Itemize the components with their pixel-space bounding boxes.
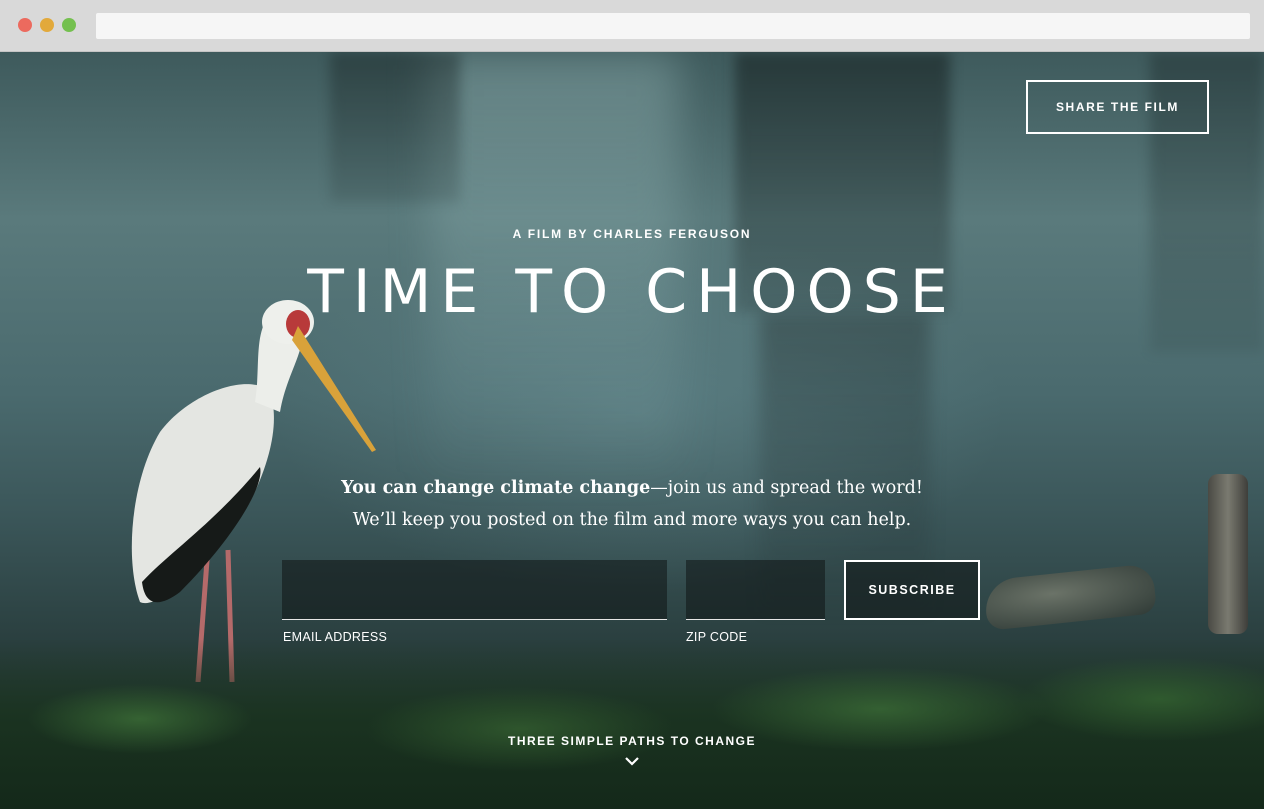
minimize-window-button[interactable] <box>40 18 54 32</box>
share-the-film-button[interactable]: SHARE THE FILM <box>1026 80 1209 134</box>
three-paths-link[interactable]: THREE SIMPLE PATHS TO CHANGE <box>0 734 1264 748</box>
tagline: You can change climate change—join us an… <box>0 472 1264 536</box>
film-byline: A FILM BY CHARLES FERGUSON <box>512 227 752 241</box>
hero-section: SHARE THE FILM A FILM BY CHARLES FERGUSO… <box>0 52 1264 809</box>
floating-log <box>982 563 1158 631</box>
maximize-window-button[interactable] <box>62 18 76 32</box>
email-field-label: EMAIL ADDRESS <box>283 630 388 644</box>
tagline-line-1: You can change climate change—join us an… <box>0 472 1264 504</box>
browser-chrome <box>0 0 1264 52</box>
tagline-rest: —join us and spread the word! <box>650 478 923 498</box>
email-field[interactable] <box>282 560 667 620</box>
tagline-line-2: We’ll keep you posted on the film and mo… <box>352 510 912 530</box>
address-bar[interactable] <box>96 13 1250 39</box>
subscribe-button[interactable]: SUBSCRIBE <box>844 560 980 620</box>
zip-code-field-label: ZIP CODE <box>686 630 748 644</box>
background-tree <box>330 52 460 202</box>
foreground-vegetation <box>0 639 1264 809</box>
chevron-down-icon[interactable] <box>624 755 640 767</box>
close-window-button[interactable] <box>18 18 32 32</box>
zip-code-field[interactable] <box>686 560 825 620</box>
page-title: TIME TO CHOOSE <box>307 257 957 327</box>
tagline-bold: You can change climate change <box>341 478 651 498</box>
